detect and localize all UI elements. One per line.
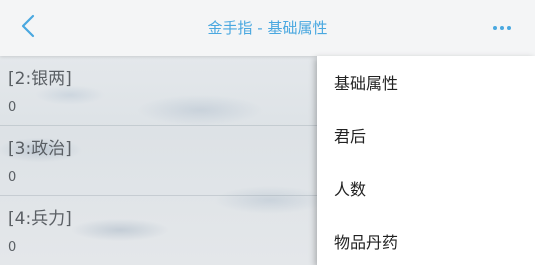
more-horizontal-icon xyxy=(507,26,511,30)
item-value: 0 xyxy=(8,240,17,255)
item-value: 0 xyxy=(8,100,17,115)
page-title: 金手指 - 基础属性 xyxy=(207,19,328,37)
menu-item-consort[interactable]: 君后 xyxy=(317,110,535,163)
more-horizontal-icon xyxy=(493,26,497,30)
more-horizontal-icon xyxy=(500,26,504,30)
item-label: [4:兵力] xyxy=(8,209,72,229)
item-label: [2:银两] xyxy=(8,69,72,89)
item-label: [3:政治] xyxy=(8,139,72,159)
chevron-left-icon xyxy=(21,14,35,42)
overflow-menu: 基础属性 君后 人数 物品丹药 xyxy=(317,56,535,265)
item-value: 0 xyxy=(8,170,17,185)
more-button[interactable] xyxy=(488,14,516,42)
menu-item-basic-attributes[interactable]: 基础属性 xyxy=(317,57,535,110)
back-button[interactable] xyxy=(14,14,42,42)
app-header: 金手指 - 基础属性 xyxy=(0,0,535,56)
menu-item-items-pills[interactable]: 物品丹药 xyxy=(317,216,535,265)
menu-item-population[interactable]: 人数 xyxy=(317,163,535,216)
